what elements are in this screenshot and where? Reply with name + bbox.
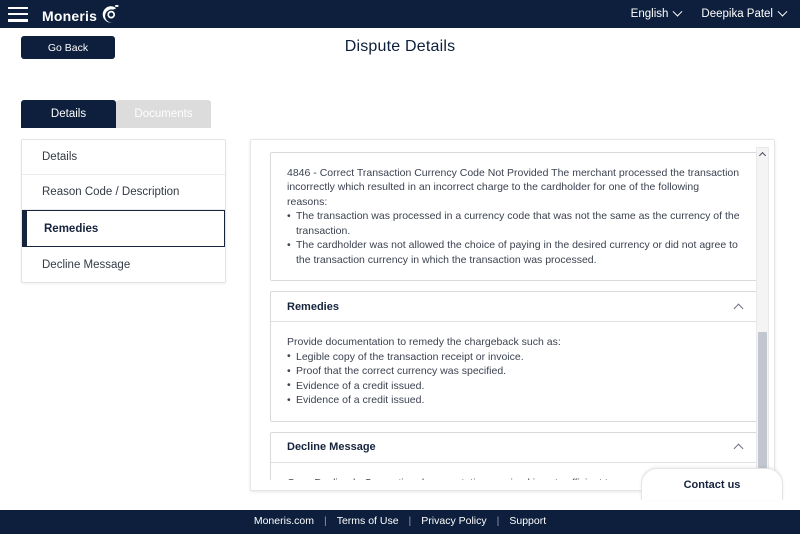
dispute-details-page: Moneris English Deepika Patel Go Back Di… <box>0 0 800 534</box>
dispute-sections-scroll-area[interactable]: 4846 - Correct Transaction Currency Code… <box>270 152 757 480</box>
decline-message-panel-title: Decline Message <box>287 441 376 454</box>
tab-details[interactable]: Details <box>21 100 116 128</box>
app-footer: Moneris.com | Terms of Use | Privacy Pol… <box>0 510 800 532</box>
sidebar-item-reason-code-description[interactable]: Reason Code / Description <box>22 175 225 210</box>
footer-link-moneris-com[interactable]: Moneris.com <box>254 515 314 527</box>
footer-separator: | <box>408 515 412 527</box>
chevron-down-icon <box>672 6 683 17</box>
list-item: Evidence of a credit issued. <box>287 393 740 408</box>
tab-documents[interactable]: Documents <box>116 100 211 128</box>
remedies-panel-header[interactable]: Remedies <box>271 292 756 323</box>
footer-separator: | <box>323 515 327 527</box>
app-header: Moneris English Deepika Patel <box>0 0 800 28</box>
reason-code-panel: 4846 - Correct Transaction Currency Code… <box>270 152 757 282</box>
header-actions: English Deepika Patel <box>630 6 788 20</box>
page-title: Dispute Details <box>344 38 456 55</box>
language-label: English <box>630 8 669 20</box>
chevron-up-icon[interactable] <box>733 303 744 314</box>
list-item: Proof that the correct currency was spec… <box>287 364 740 379</box>
tab-bar: Details Documents <box>21 100 211 128</box>
chevron-up-icon[interactable] <box>733 443 744 454</box>
list-item: Legible copy of the transaction receipt … <box>287 349 740 364</box>
scroll-up-arrow-icon[interactable] <box>757 149 768 160</box>
hamburger-menu-icon[interactable] <box>8 6 28 22</box>
user-menu[interactable]: Deepika Patel <box>701 6 788 20</box>
footer-link-terms-of-use[interactable]: Terms of Use <box>337 515 399 527</box>
reason-code-body: 4846 - Correct Transaction Currency Code… <box>271 153 756 280</box>
reason-code-intro: 4846 - Correct Transaction Currency Code… <box>287 167 740 208</box>
sidebar-item-details[interactable]: Details <box>22 140 225 175</box>
remedies-panel-title: Remedies <box>287 300 339 313</box>
page-body: Go Back Dispute Details Details Document… <box>0 28 800 510</box>
footer-link-support[interactable]: Support <box>509 515 546 527</box>
decline-message-panel-header[interactable]: Decline Message <box>271 433 756 463</box>
dispute-details-card: 4846 - Correct Transaction Currency Code… <box>250 139 775 491</box>
brand-name: Moneris <box>42 8 98 24</box>
list-item: The cardholder was not allowed the choic… <box>287 238 740 267</box>
hamburger-line <box>8 6 28 9</box>
remedies-bullets: Legible copy of the transaction receipt … <box>287 349 740 408</box>
contact-us-button[interactable]: Contact us <box>641 468 783 500</box>
scrollbar-thumb[interactable] <box>758 332 767 468</box>
reason-code-bullets: The transaction was processed in a curre… <box>287 209 740 267</box>
language-selector[interactable]: English <box>630 6 683 20</box>
footer-separator: | <box>496 515 500 527</box>
remedies-panel: Remedies Provide documentation to remedy… <box>270 291 757 422</box>
chevron-down-icon <box>777 6 788 17</box>
content-scrollbar[interactable] <box>756 147 769 484</box>
hamburger-line <box>8 12 28 16</box>
list-item: Evidence of a credit issued. <box>287 378 740 393</box>
hamburger-line <box>8 19 28 22</box>
footer-link-privacy-policy[interactable]: Privacy Policy <box>421 515 486 527</box>
remedies-intro: Provide documentation to remedy the char… <box>287 336 561 349</box>
list-item: The transaction was processed in a curre… <box>287 209 740 238</box>
sidebar-item-remedies[interactable]: Remedies <box>22 210 225 247</box>
section-nav-list: Details Reason Code / Description Remedi… <box>21 139 226 283</box>
user-name-label: Deepika Patel <box>701 8 773 20</box>
remedies-panel-body: Provide documentation to remedy the char… <box>271 322 756 420</box>
sidebar-item-decline-message[interactable]: Decline Message <box>22 247 225 282</box>
moneris-logo[interactable]: Moneris <box>42 5 120 23</box>
moneris-swirl-logo-icon <box>98 5 120 25</box>
